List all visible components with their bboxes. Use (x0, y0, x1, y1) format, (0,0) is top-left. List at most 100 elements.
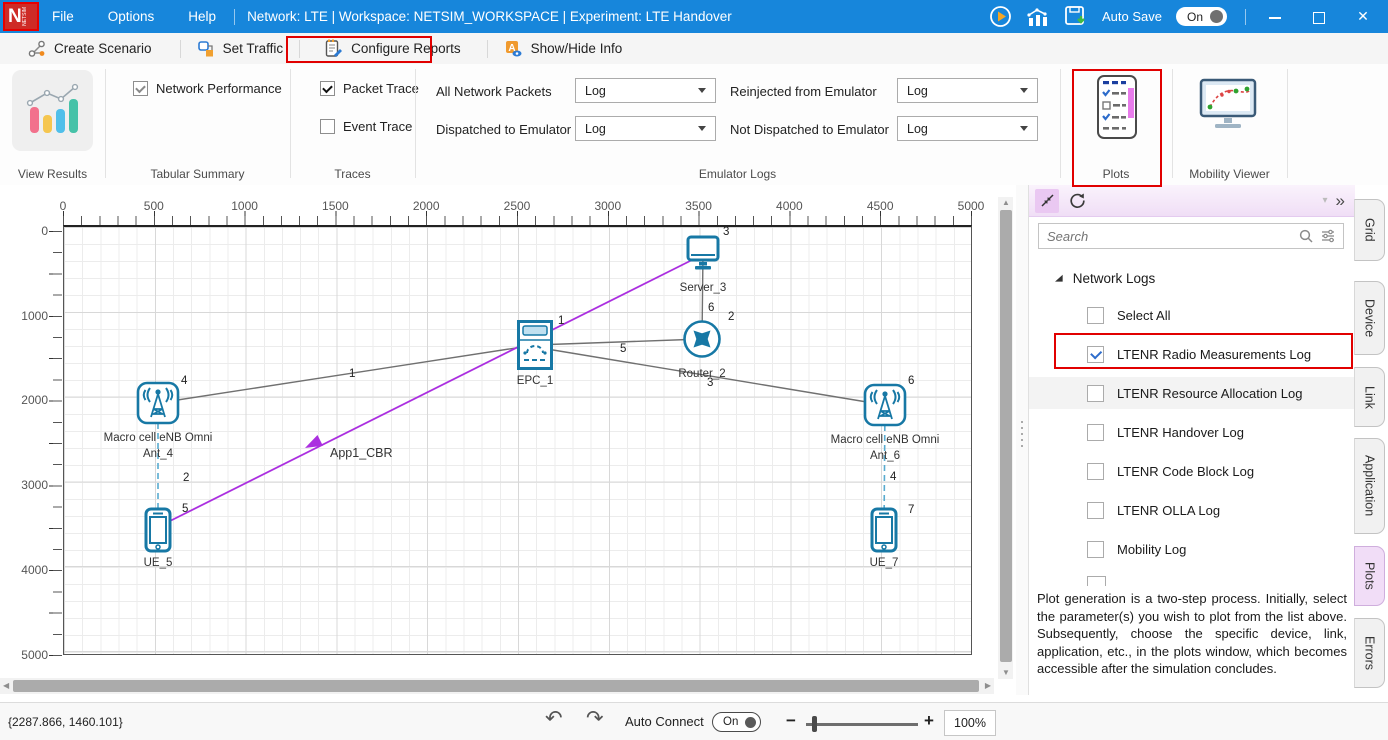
scroll-right-icon[interactable]: ▶ (985, 682, 991, 690)
mobility-viewer-button[interactable] (1198, 78, 1258, 137)
node-ue-5[interactable] (144, 507, 172, 558)
node-epc-1[interactable] (517, 320, 553, 375)
tab-application[interactable]: Application (1354, 438, 1385, 534)
handover-checkbox[interactable] (1087, 424, 1104, 441)
node-enb-6[interactable] (863, 383, 907, 432)
tab-errors[interactable]: Errors (1354, 618, 1385, 688)
auto-connect-toggle[interactable]: On (712, 712, 761, 732)
log-item-code-block[interactable]: LTENR Code Block Log (1029, 455, 1355, 487)
tree-network-logs[interactable]: ◢ Network Logs (1055, 271, 1155, 286)
zoom-slider-handle[interactable] (812, 716, 817, 732)
redo-icon[interactable]: ↷ (586, 706, 604, 731)
packet-trace-checkbox[interactable]: Packet Trace (320, 81, 419, 96)
tab-grid[interactable]: Grid (1354, 199, 1385, 261)
set-traffic-button[interactable]: Set Traffic (197, 40, 284, 58)
zoom-slider[interactable] (806, 723, 918, 726)
undo-icon[interactable]: ↶ (545, 706, 563, 731)
filter-icon[interactable] (1320, 228, 1336, 244)
configure-reports-icon (324, 39, 343, 58)
node-enb-4[interactable] (136, 381, 180, 430)
menu-options[interactable]: Options (108, 9, 155, 24)
scroll-left-icon[interactable]: ◀ (3, 682, 9, 690)
view-results-button[interactable] (12, 70, 93, 151)
tree-expander-icon[interactable]: ◢ (1055, 274, 1063, 284)
link-number: 6 (708, 302, 714, 314)
maximize-button[interactable] (1304, 9, 1334, 25)
results-chart-icon[interactable] (1026, 6, 1050, 28)
all-network-packets-label: All Network Packets (436, 84, 552, 99)
enb-icon (136, 381, 180, 425)
device-number: 6 (908, 375, 914, 387)
log-item-resource-allocation[interactable]: LTENR Resource Allocation Log (1029, 377, 1355, 409)
menu-help[interactable]: Help (188, 9, 216, 24)
log-item-mobility[interactable]: Mobility Log (1029, 533, 1355, 565)
event-trace-checkbox[interactable]: Event Trace (320, 119, 412, 134)
vertical-scroll-thumb[interactable] (1000, 210, 1012, 662)
dispatched-to-emulator-dropdown[interactable]: Log (575, 116, 716, 141)
log-item-radio-measurements[interactable]: LTENR Radio Measurements Log (1029, 338, 1355, 370)
chevron-down-icon[interactable]: ▾ (1323, 195, 1328, 206)
canvas-vertical-scrollbar[interactable]: ▲ ▼ (998, 197, 1013, 679)
close-button[interactable]: ✕ (1348, 8, 1378, 25)
configure-reports-button[interactable]: Configure Reports (324, 39, 461, 58)
scroll-down-icon[interactable]: ▼ (1002, 669, 1010, 677)
collapse-panel-icon[interactable] (1035, 189, 1059, 213)
log-item-handover[interactable]: LTENR Handover Log (1029, 416, 1355, 448)
select-all-checkbox[interactable] (1087, 307, 1104, 324)
plot-instructions-text: Plot generation is a two-step process. I… (1037, 590, 1347, 678)
search-input[interactable] (1039, 229, 1298, 244)
all-network-packets-dropdown[interactable]: Log (575, 78, 716, 103)
code-block-checkbox[interactable] (1087, 463, 1104, 480)
chevron-down-icon (1020, 126, 1028, 131)
minimize-button[interactable] (1260, 9, 1290, 25)
olla-checkbox[interactable] (1087, 502, 1104, 519)
panel-header: ▾ » (1029, 185, 1355, 217)
dispatched-to-emulator-label: Dispatched to Emulator (436, 122, 571, 137)
horizontal-scroll-thumb[interactable] (13, 680, 979, 692)
radio-measurements-checkbox[interactable] (1087, 346, 1104, 363)
zoom-out-button[interactable]: − (786, 711, 796, 731)
device-number: 2 (728, 311, 734, 323)
view-results-icon (22, 81, 84, 141)
chevron-down-icon (698, 126, 706, 131)
netsim-logo-icon: NNETSIM (3, 2, 39, 31)
plots-button[interactable] (1094, 74, 1140, 145)
tab-plots[interactable]: Plots (1354, 546, 1385, 606)
tab-link[interactable]: Link (1354, 367, 1385, 427)
reinjected-from-emulator-label: Reinjected from Emulator (730, 84, 877, 99)
node-router-2[interactable] (682, 319, 722, 364)
not-dispatched-to-emulator-dropdown[interactable]: Log (897, 116, 1038, 141)
search-icon[interactable] (1298, 228, 1314, 244)
save-icon[interactable] (1064, 5, 1088, 29)
auto-save-toggle[interactable]: On (1176, 7, 1227, 26)
reinjected-from-emulator-dropdown[interactable]: Log (897, 78, 1038, 103)
node-ue-7[interactable] (870, 507, 898, 558)
menu-file[interactable]: File (52, 9, 74, 24)
canvas-horizontal-scrollbar[interactable]: ◀ ▶ (0, 678, 994, 694)
node-label-enb4-line1: Macro cell eNB Omni (104, 432, 213, 444)
log-item-olla[interactable]: LTENR OLLA Log (1029, 494, 1355, 526)
zoom-in-button[interactable]: + (924, 711, 934, 731)
chevron-down-icon (1020, 88, 1028, 93)
network-performance-checkbox[interactable]: Network Performance (133, 81, 282, 96)
tab-device[interactable]: Device (1354, 281, 1385, 355)
not-dispatched-to-emulator-label: Not Dispatched to Emulator (730, 122, 889, 137)
resource-allocation-checkbox[interactable] (1087, 385, 1104, 402)
create-scenario-button[interactable]: Create Scenario (28, 40, 152, 58)
mobility-checkbox[interactable] (1087, 541, 1104, 558)
refresh-icon[interactable] (1065, 189, 1089, 213)
chevron-down-icon (698, 88, 706, 93)
expand-panel-icon[interactable]: » (1336, 194, 1345, 208)
zoom-level[interactable]: 100% (944, 710, 996, 736)
node-label-enb6-line1: Macro cell eNB Omni (831, 434, 940, 446)
panel-splitter[interactable] (1016, 185, 1028, 695)
device-number: 7 (908, 504, 914, 516)
plots-icon (1094, 74, 1140, 140)
scroll-up-icon[interactable]: ▲ (1002, 199, 1010, 207)
show-hide-info-button[interactable]: A Show/Hide Info (504, 39, 623, 58)
run-simulation-icon[interactable] (989, 5, 1012, 28)
log-item-select-all[interactable]: Select All (1029, 299, 1355, 331)
node-label-server: Server_3 (680, 282, 727, 294)
node-server-3[interactable] (685, 235, 721, 276)
clipped-checkbox (1087, 576, 1106, 586)
